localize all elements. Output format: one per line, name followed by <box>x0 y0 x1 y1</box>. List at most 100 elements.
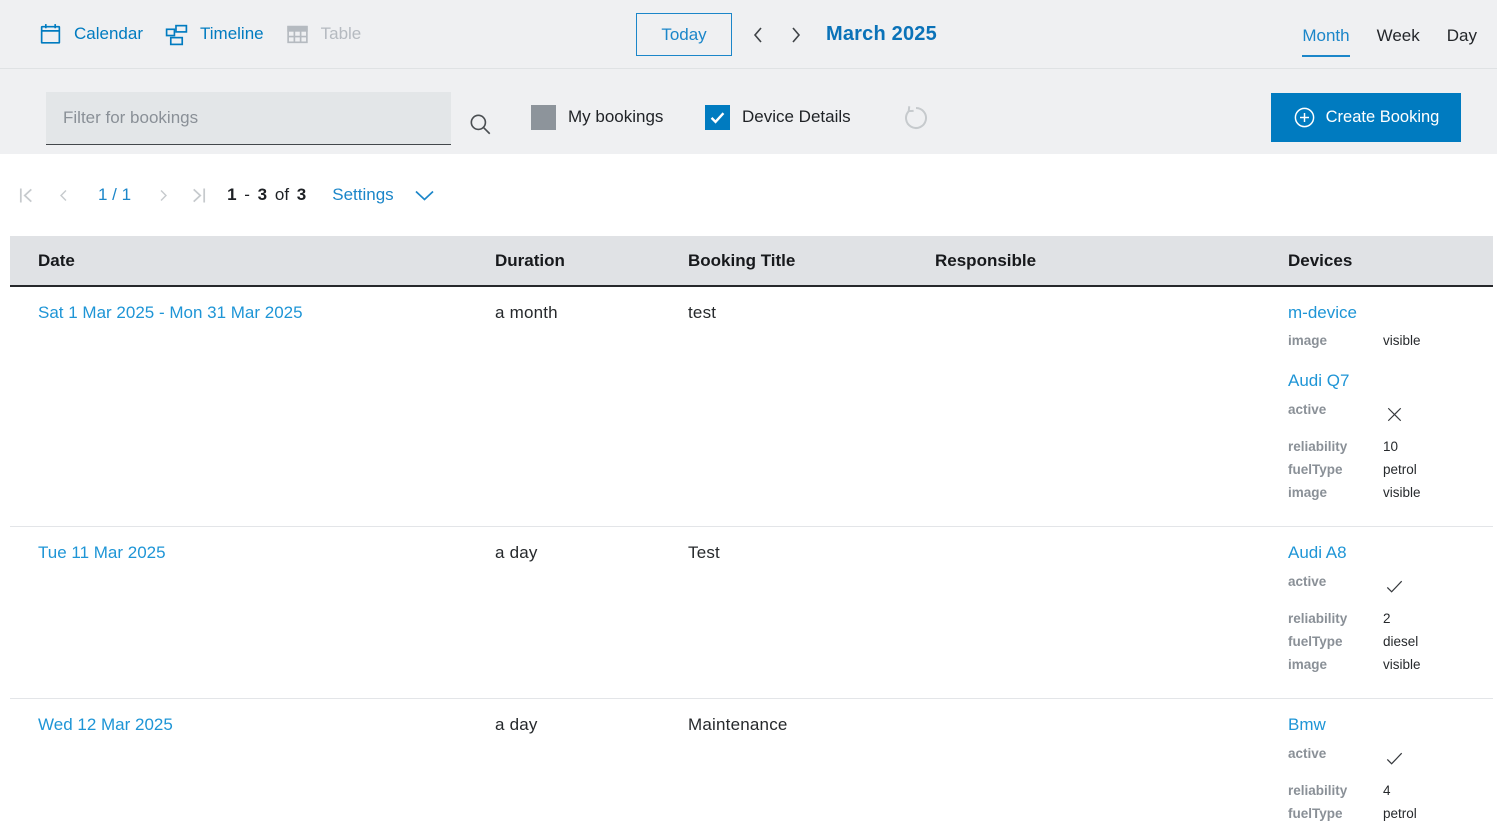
filter-toolbar: My bookings Device Details Create Bookin… <box>0 69 1497 154</box>
device-entry: Audi Q7 active reliability 10 fuelType petr… <box>1288 371 1493 504</box>
device-link[interactable]: Audi A8 <box>1288 543 1347 563</box>
device-attribute-reliability: reliability 10 <box>1288 435 1493 458</box>
table-row: Sat 1 Mar 2025 - Mon 31 Mar 2025 a month… <box>10 287 1493 527</box>
device-attributes: active reliability 10 fuelType petrol image v… <box>1288 398 1493 504</box>
view-timeline[interactable]: Timeline <box>164 22 264 47</box>
tab-week[interactable]: Week <box>1377 26 1420 57</box>
device-attribute-active: active <box>1288 398 1493 426</box>
view-calendar-label: Calendar <box>74 24 143 43</box>
view-toolbar: Calendar Timeline Table Today March 2025… <box>0 0 1497 69</box>
booking-devices: m-device image visible Audi Q7 active rel… <box>1288 303 1493 504</box>
attribute-value: visible <box>1383 657 1421 672</box>
last-page-button <box>186 183 211 208</box>
device-attribute-image: image visible <box>1288 481 1493 504</box>
attribute-label: reliability <box>1288 439 1348 454</box>
device-attribute-fuelType: fuelType petrol <box>1288 802 1493 825</box>
view-calendar[interactable]: Calendar <box>38 22 143 47</box>
previous-period-button[interactable] <box>748 21 769 49</box>
refresh-icon <box>901 103 931 133</box>
create-booking-button[interactable]: Create Booking <box>1271 93 1461 142</box>
device-details-label: Device Details <box>742 107 851 126</box>
booking-title: Maintenance <box>688 715 788 734</box>
period-navigation: Today March 2025 <box>636 13 937 56</box>
bookings-table: Date Duration Booking Title Responsible Devi… <box>10 236 1493 831</box>
search-icon <box>467 111 493 137</box>
device-link[interactable]: m-device <box>1288 303 1357 323</box>
pagination-bar: 1 / 1 1 - 3 of 3 Settings <box>0 154 1497 236</box>
table-row: Tue 11 Mar 2025 a day Test Audi A8 activ… <box>10 527 1493 699</box>
device-attributes: image visible <box>1288 329 1493 352</box>
next-page-button <box>153 185 174 206</box>
period-title: March 2025 <box>826 23 937 45</box>
filter-input[interactable] <box>46 92 451 145</box>
booking-date-link[interactable]: Sat 1 Mar 2025 - Mon 31 Mar 2025 <box>38 303 303 323</box>
attribute-value: visible <box>1383 485 1421 500</box>
attribute-label: image <box>1288 825 1383 831</box>
device-link[interactable]: Bmw <box>1288 715 1326 735</box>
attribute-label: reliability <box>1288 611 1348 626</box>
attribute-label: fuelType <box>1288 634 1343 649</box>
tab-day-label: Day <box>1446 26 1477 45</box>
chevron-left-icon <box>55 187 72 204</box>
device-attributes: active reliability 2 fuelType diesel image vi… <box>1288 570 1493 676</box>
device-link[interactable]: Audi Q7 <box>1288 371 1349 391</box>
device-entry: Audi A8 active reliability 2 fuelType diese… <box>1288 543 1493 676</box>
tab-month[interactable]: Month <box>1302 26 1350 57</box>
column-header-responsible: Responsible <box>935 250 1037 270</box>
device-attributes: active reliability4fuelTypepetrolimagevi… <box>1288 742 1493 831</box>
booking-duration: a month <box>495 303 558 322</box>
settings-button[interactable]: Settings <box>332 185 435 205</box>
my-bookings-checkbox[interactable]: My bookings <box>531 104 663 130</box>
column-header-booking-title: Booking Title <box>688 250 796 270</box>
device-attribute-fuelType: fuelType petrol <box>1288 458 1493 481</box>
first-page-button <box>14 183 39 208</box>
timeline-icon <box>164 22 189 47</box>
create-booking-label: Create Booking <box>1325 108 1440 126</box>
attribute-value: 2 <box>1383 611 1391 626</box>
search-button[interactable] <box>467 111 493 137</box>
column-header-duration: Duration <box>495 250 565 270</box>
cross-icon <box>1383 398 1406 426</box>
page-indicator: 1 / 1 <box>98 185 132 204</box>
tab-day[interactable]: Day <box>1447 26 1477 57</box>
booking-title: Test <box>688 543 720 562</box>
attribute-label: image <box>1288 333 1328 348</box>
table-icon <box>285 22 310 47</box>
view-table: Table <box>285 22 361 47</box>
results-count: 1 - 3 of 3 <box>227 185 306 205</box>
device-entry: m-device image visible <box>1288 303 1493 352</box>
device-entry: Bmw active reliability4fuelTypepetrolima… <box>1288 715 1493 831</box>
device-attribute-image: imagevisible <box>1288 825 1493 831</box>
attribute-value: petrol <box>1383 462 1417 477</box>
table-row: Wed 12 Mar 2025 a day Maintenance Bmw ac… <box>10 699 1493 831</box>
attribute-label: image <box>1288 485 1328 500</box>
booking-date-link[interactable]: Tue 11 Mar 2025 <box>38 543 166 563</box>
today-button[interactable]: Today <box>636 13 732 56</box>
device-details-checkbox[interactable]: Device Details <box>705 104 851 130</box>
device-attribute-active: active <box>1288 570 1493 598</box>
device-attribute-image: imagevisible <box>1288 329 1493 352</box>
booking-title: test <box>688 303 717 322</box>
view-timeline-label: Timeline <box>200 24 264 43</box>
results-range-end: 3 <box>257 185 268 204</box>
next-period-button[interactable] <box>785 21 806 49</box>
last-page-icon <box>188 185 209 206</box>
attribute-label: active <box>1288 402 1327 417</box>
attribute-value: 4 <box>1383 783 1391 798</box>
booking-date-link[interactable]: Wed 12 Mar 2025 <box>38 715 173 735</box>
first-page-icon <box>16 185 37 206</box>
table-body: Sat 1 Mar 2025 - Mon 31 Mar 2025 a month… <box>10 287 1493 831</box>
chevron-down-icon <box>394 188 436 203</box>
settings-label: Settings <box>332 185 394 204</box>
attribute-value: petrol <box>1383 806 1417 821</box>
booking-devices: Audi A8 active reliability 2 fuelType diese… <box>1288 543 1493 676</box>
device-attribute-image: imagevisible <box>1288 653 1493 676</box>
device-attribute-reliability: reliability 4 <box>1288 779 1493 802</box>
booking-duration: a day <box>495 543 538 562</box>
checkbox-unchecked-icon <box>531 104 556 130</box>
attribute-label: fuelType <box>1288 462 1343 477</box>
attribute-value: visible <box>1383 825 1421 831</box>
attribute-label: active <box>1288 746 1327 761</box>
attribute-label: fuelType <box>1288 806 1343 821</box>
tab-week-label: Week <box>1376 26 1420 45</box>
